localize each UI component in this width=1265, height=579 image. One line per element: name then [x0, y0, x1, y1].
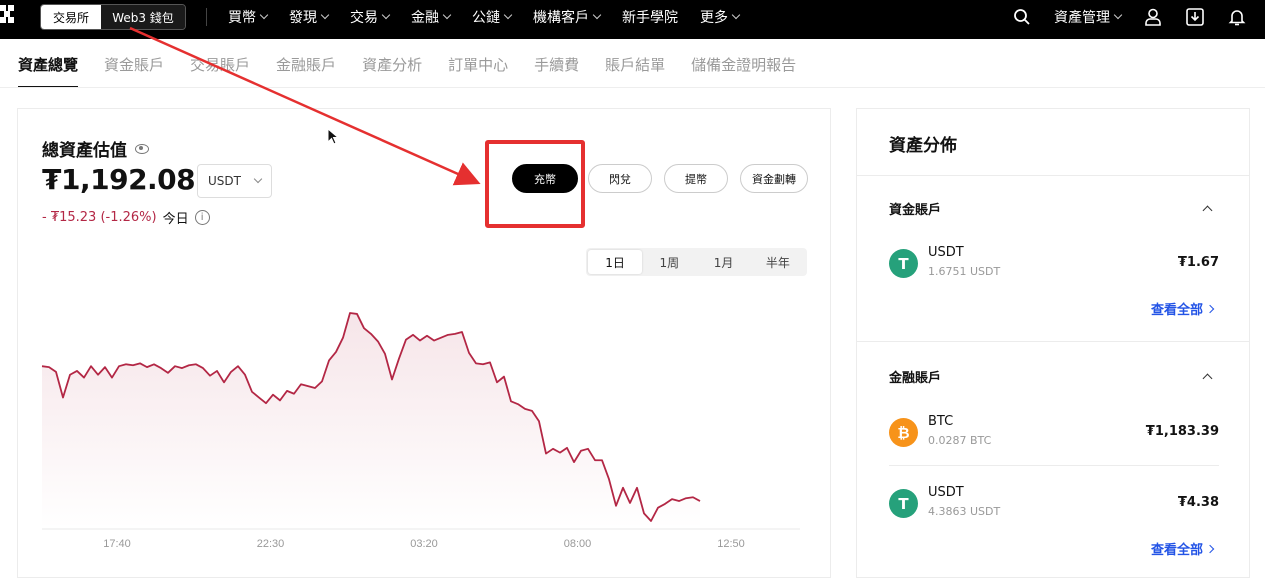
tab-asset-analysis[interactable]: 資產分析: [362, 54, 422, 75]
tab-statements[interactable]: 賬戶結單: [605, 54, 665, 75]
withdraw-button[interactable]: 提幣: [664, 164, 728, 193]
nav-learn[interactable]: 新手學院: [622, 7, 678, 27]
asset-amount: 0.0287 BTC: [928, 434, 992, 447]
chevron-right-icon: [1205, 544, 1215, 553]
nav-buy-crypto[interactable]: 買幣: [228, 7, 269, 27]
x-tick-label: 17:40: [103, 538, 131, 550]
asset-value: ₮1,183.39: [1145, 424, 1219, 439]
range-1w[interactable]: 1周: [642, 250, 696, 274]
search-icon[interactable]: [1012, 7, 1032, 27]
bell-icon[interactable]: [1227, 7, 1247, 27]
usdt-icon: T: [889, 249, 918, 278]
range-6m[interactable]: 半年: [751, 250, 805, 274]
tab-funding-account[interactable]: 資金賬戶: [104, 54, 164, 75]
asset-distribution-card: 資產分佈 資金賬戶 T USDT 1.6751 USDT ₮1.67 查看全部 …: [856, 108, 1250, 578]
convert-button[interactable]: 閃兌: [588, 164, 652, 193]
funding-section-title: 資金賬戶: [889, 203, 942, 218]
x-tick-label: 12:50: [717, 538, 745, 550]
logo[interactable]: [0, 5, 14, 31]
daily-change: - ₮15.23 (-1.26%) 今日 i: [42, 208, 210, 227]
chevron-down-icon: [381, 10, 391, 20]
x-tick-label: 08:00: [564, 538, 592, 550]
asset-management-menu[interactable]: 資產管理: [1054, 7, 1123, 27]
tab-fees[interactable]: 手續費: [534, 54, 579, 75]
tab-order-center[interactable]: 訂單中心: [448, 54, 508, 75]
chevron-up-icon[interactable]: [1202, 373, 1213, 384]
chevron-down-icon: [320, 10, 330, 20]
annotation-highlight-box: [485, 140, 585, 228]
asset-name: BTC: [928, 414, 954, 429]
tab-trading-account[interactable]: 交易賬戶: [190, 54, 250, 75]
tab-proof-of-reserves[interactable]: 儲備金證明報告: [691, 54, 796, 75]
distribution-title: 資產分佈: [889, 136, 957, 156]
nav-discover[interactable]: 發現: [289, 7, 330, 27]
asset-row[interactable]: ₿ BTC 0.0287 BTC ₮1,183.39: [889, 414, 1219, 454]
earn-section-title: 金融賬戶: [889, 371, 942, 386]
asset-value: ₮4.38: [1177, 495, 1219, 510]
chevron-down-icon: [442, 10, 452, 20]
divider: [206, 8, 207, 26]
mouse-cursor-icon: [327, 128, 340, 145]
change-value: - ₮15.23 (-1.26%): [42, 210, 157, 225]
divider: [889, 465, 1219, 466]
chevron-down-icon: [731, 10, 741, 20]
main-nav: 買幣 發現 交易 金融 公鏈 機構客戶 新手學院 更多: [228, 0, 741, 34]
currency-value: USDT: [208, 174, 241, 188]
divider: [857, 175, 1249, 176]
view-all-label: 查看全部: [1150, 303, 1203, 318]
user-icon[interactable]: [1143, 7, 1163, 27]
total-balance: ₮1,192.08: [42, 163, 196, 196]
asset-row[interactable]: T USDT 1.6751 USDT ₮1.67: [889, 245, 1219, 285]
nav-finance[interactable]: 金融: [411, 7, 452, 27]
nav-trade[interactable]: 交易: [350, 7, 391, 27]
chevron-down-icon: [259, 10, 269, 20]
chevron-down-icon: [253, 174, 263, 184]
chevron-right-icon: [1205, 304, 1215, 313]
tab-earn-account[interactable]: 金融賬戶: [276, 54, 336, 75]
chevron-up-icon[interactable]: [1202, 205, 1213, 216]
view-all-label: 查看全部: [1150, 543, 1203, 558]
top-nav-bar: 交易所 Web3 錢包 買幣 發現 交易 金融 公鏈 機構客戶 新手學院 更多 …: [0, 0, 1265, 39]
nav-more[interactable]: 更多: [700, 7, 741, 27]
info-icon[interactable]: i: [194, 210, 210, 225]
currency-select[interactable]: USDT: [197, 164, 272, 198]
chevron-down-icon: [1113, 10, 1123, 20]
asset-amount: 4.3863 USDT: [928, 505, 1001, 518]
title-text: 總資產估值: [42, 141, 127, 161]
exchange-tab[interactable]: 交易所: [41, 5, 101, 29]
time-range-selector: 1日 1周 1月 半年: [586, 248, 807, 276]
range-1d[interactable]: 1日: [588, 250, 643, 274]
x-tick-label: 03:20: [410, 538, 438, 550]
tab-overview[interactable]: 資產總覽: [18, 41, 79, 88]
chevron-down-icon: [592, 10, 602, 20]
top-right-actions: 資產管理: [1012, 0, 1247, 34]
asset-tabs: 資產總覽 資金賬戶 交易賬戶 金融賬戶 資產分析 訂單中心 手續費 賬戶結單 儲…: [18, 41, 796, 88]
earn-view-all-link[interactable]: 查看全部: [1150, 539, 1215, 558]
total-assets-title: 總資產估值: [42, 136, 149, 161]
range-1m[interactable]: 1月: [697, 250, 751, 274]
divider: [857, 341, 1249, 342]
asset-row[interactable]: T USDT 4.3863 USDT ₮4.38: [889, 485, 1219, 525]
usdt-icon: T: [889, 489, 918, 518]
divider: [0, 87, 1265, 88]
asset-name: USDT: [928, 485, 964, 500]
download-icon[interactable]: [1185, 7, 1205, 27]
change-label: 今日: [162, 212, 189, 227]
asset-value: ₮1.67: [1177, 255, 1219, 270]
funding-view-all-link[interactable]: 查看全部: [1150, 299, 1215, 318]
asset-name: USDT: [928, 245, 964, 260]
transfer-button[interactable]: 資金劃轉: [740, 164, 808, 193]
asset-amount: 1.6751 USDT: [928, 265, 1001, 278]
x-tick-label: 22:30: [257, 538, 285, 550]
nav-institutional[interactable]: 機構客戶: [533, 7, 602, 27]
btc-icon: ₿: [889, 418, 918, 447]
nav-chain[interactable]: 公鏈: [472, 7, 513, 27]
chevron-down-icon: [503, 10, 513, 20]
eye-icon[interactable]: [135, 143, 149, 154]
chart-area-fill: [42, 313, 700, 529]
web3-wallet-tab[interactable]: Web3 錢包: [101, 5, 185, 29]
exchange-wallet-switch: 交易所 Web3 錢包: [40, 4, 186, 30]
total-assets-card: 總資產估值 ₮1,192.08 USDT - ₮15.23 (-1.26%) 今…: [17, 108, 831, 578]
asset-value-chart: 17:40 22:30 03:20 08:00 12:50: [41, 312, 800, 550]
